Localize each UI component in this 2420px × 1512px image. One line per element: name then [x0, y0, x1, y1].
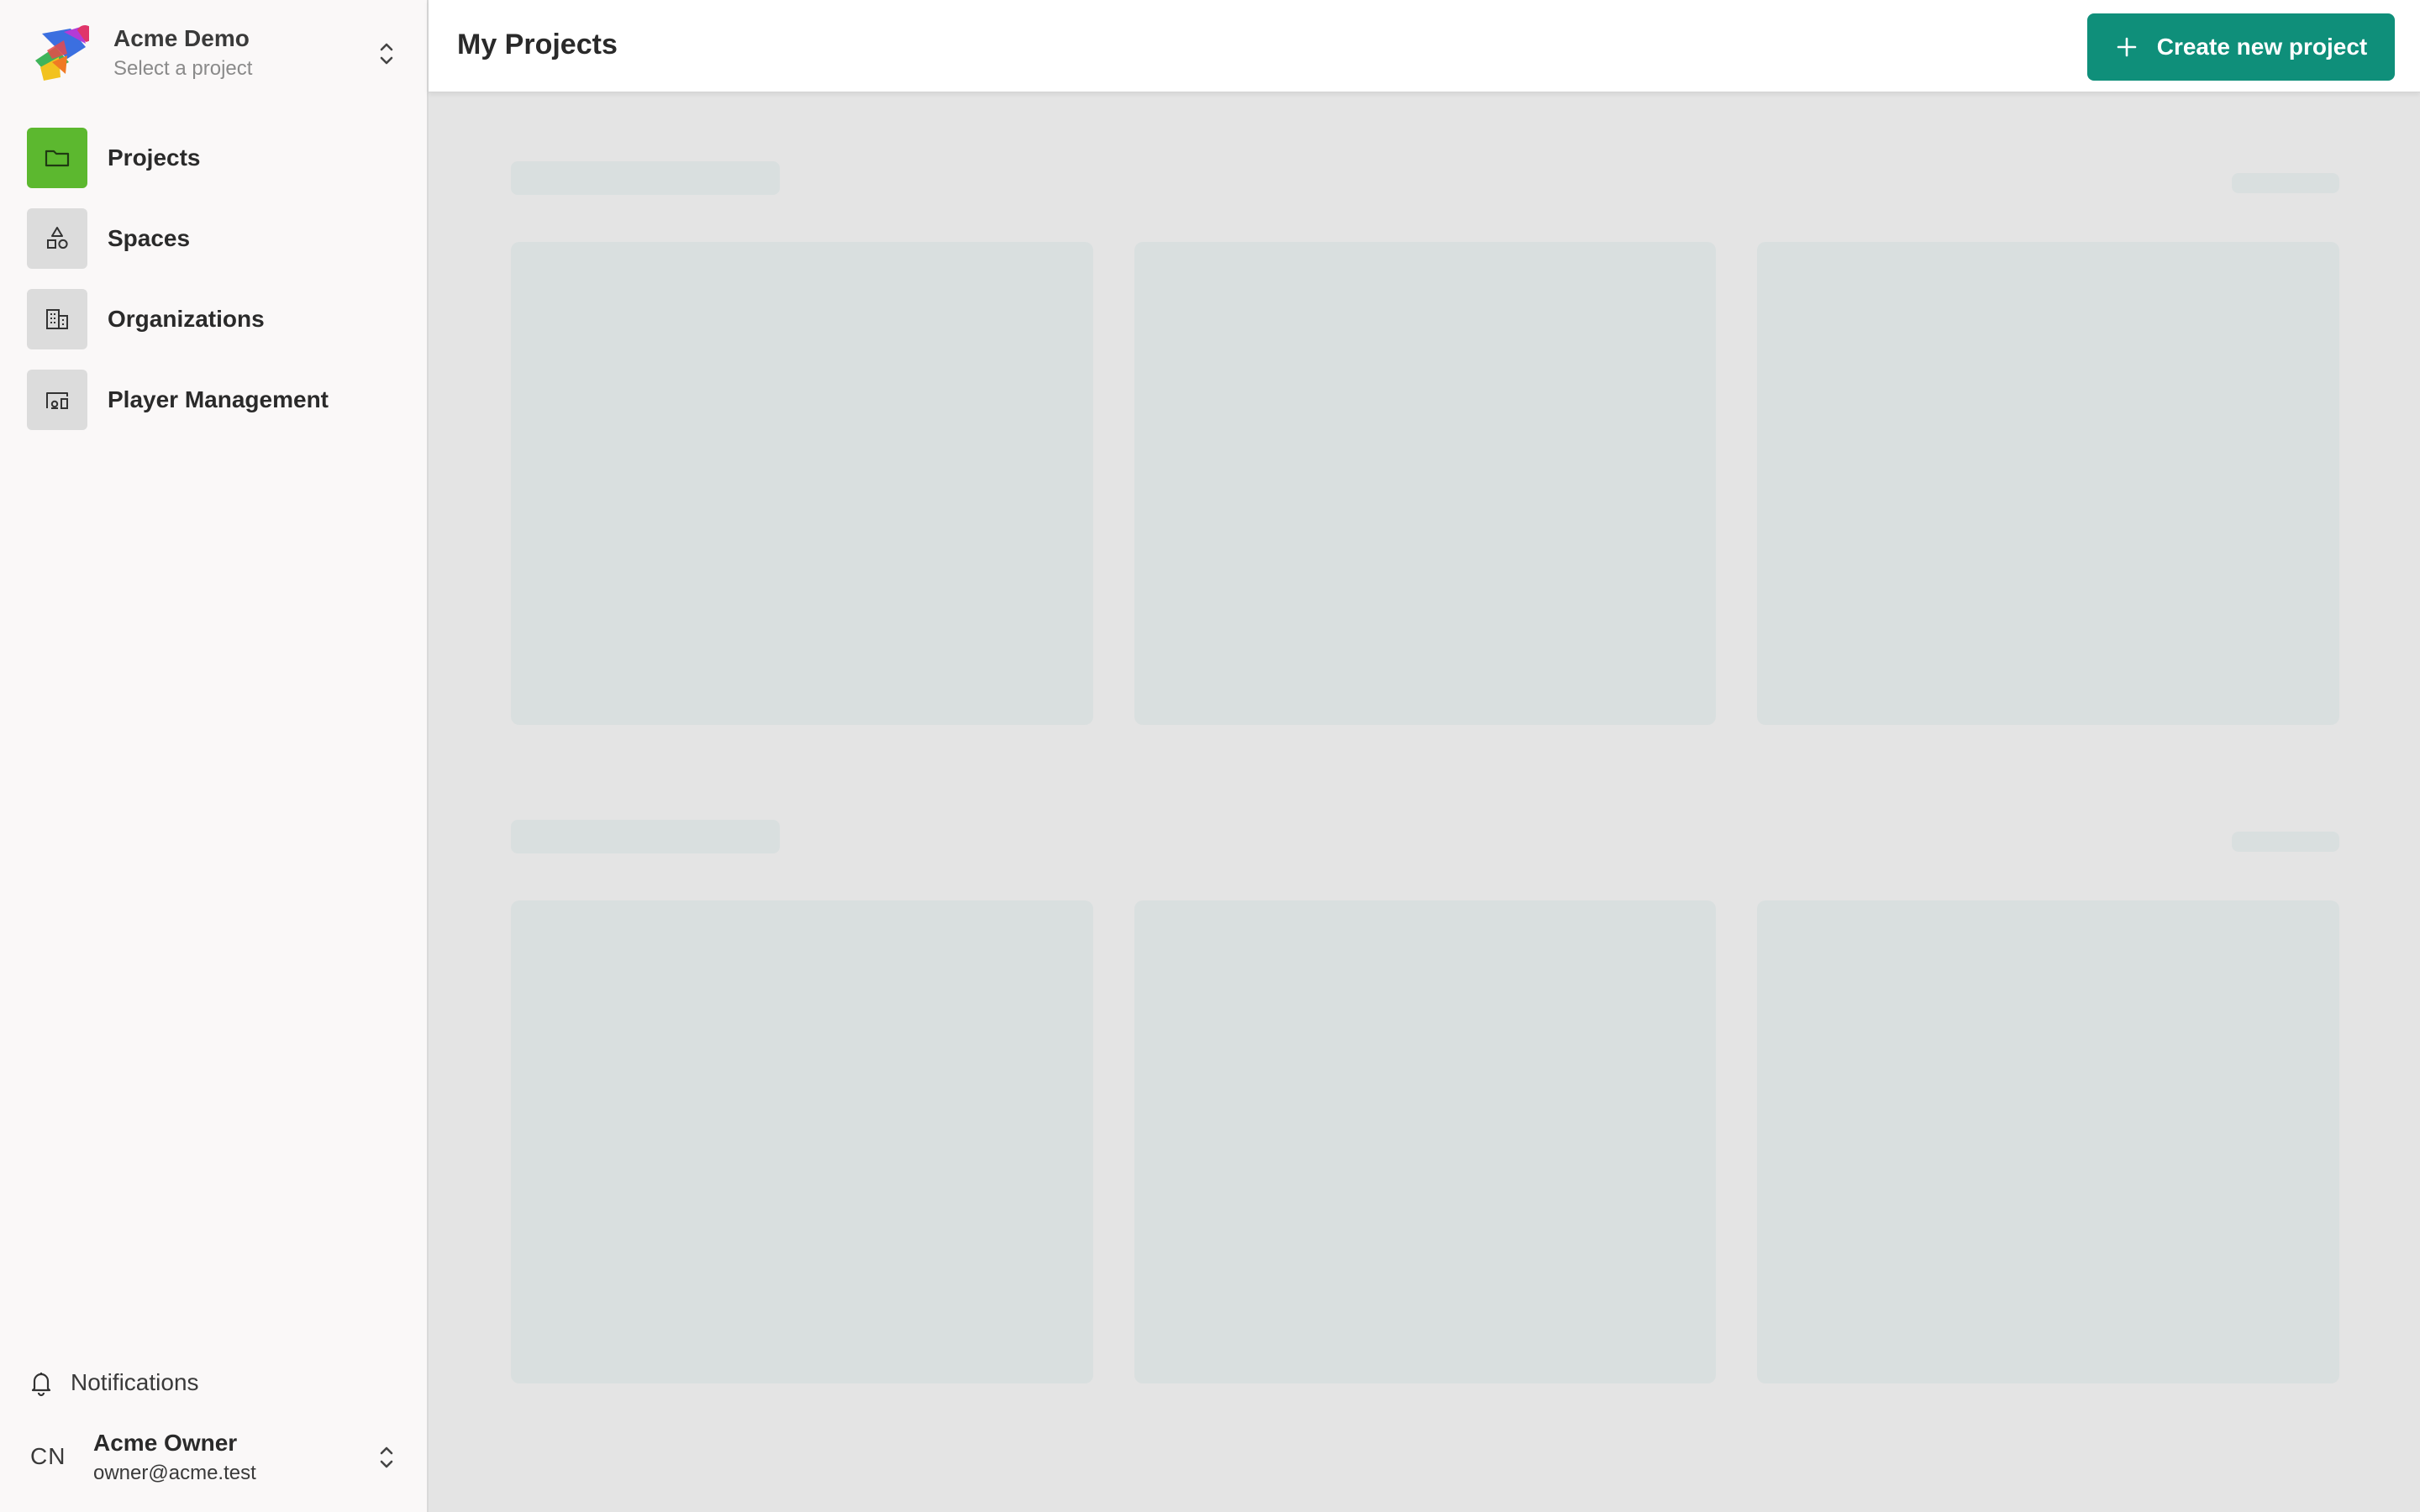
- workspace-subtitle: Select a project: [113, 57, 253, 80]
- sidebar-item-player-management[interactable]: Player Management: [27, 370, 397, 430]
- skeleton-section-link: [2232, 173, 2339, 193]
- sidebar-nav: Projects Spaces Organizations Player Man…: [27, 128, 397, 450]
- sidebar-item-label: Spaces: [108, 225, 191, 251]
- create-new-project-button[interactable]: Create new project: [2087, 13, 2395, 81]
- skeleton-section-link: [2232, 832, 2339, 852]
- sidebar: Acme Demo Select a project Projects Spac…: [0, 0, 429, 1512]
- notifications-label: Notifications: [71, 1369, 199, 1395]
- skeleton-section-title: [511, 820, 780, 853]
- create-new-project-label: Create new project: [2156, 34, 2368, 60]
- sidebar-item-projects[interactable]: Projects: [27, 128, 397, 188]
- skeleton-project-card: [1757, 900, 2339, 1383]
- workspace-switcher[interactable]: Acme Demo Select a project: [0, 0, 427, 108]
- user-email: owner@acme.test: [93, 1462, 256, 1484]
- page-header: My Projects Create new project: [429, 0, 2420, 92]
- bell-icon: [31, 1373, 51, 1397]
- workspace-name: Acme Demo: [113, 25, 250, 51]
- sidebar-item-organizations[interactable]: Organizations: [27, 289, 397, 349]
- folder-icon: [27, 128, 87, 188]
- skeleton-section-title: [511, 161, 780, 195]
- avatar: CN: [30, 1443, 66, 1469]
- page-title: My Projects: [457, 29, 618, 60]
- sidebar-item-label: Organizations: [108, 306, 265, 332]
- skeleton-project-card: [511, 242, 1093, 725]
- notifications-link[interactable]: Notifications: [27, 1364, 199, 1401]
- display-devices-icon: [27, 370, 87, 430]
- user-name: Acme Owner: [93, 1430, 238, 1456]
- app-root: Acme Demo Select a project Projects Spac…: [0, 0, 2420, 1512]
- sidebar-item-label: Player Management: [108, 386, 329, 412]
- chevron-up-down-icon: [378, 39, 395, 68]
- workspace-logo-icon: [35, 25, 89, 81]
- user-menu[interactable]: CN Acme Owner owner@acme.test: [0, 1420, 427, 1495]
- chevron-up-down-icon: [378, 1443, 395, 1472]
- shapes-icon: [27, 208, 87, 269]
- sidebar-item-label: Projects: [108, 144, 201, 171]
- skeleton-project-card: [1757, 242, 2339, 725]
- plus-icon: [2117, 37, 2137, 57]
- skeleton-project-card: [1134, 242, 1716, 725]
- skeleton-project-card: [1134, 900, 1716, 1383]
- skeleton-project-card: [511, 900, 1093, 1383]
- sidebar-item-spaces[interactable]: Spaces: [27, 208, 397, 269]
- building-icon: [27, 289, 87, 349]
